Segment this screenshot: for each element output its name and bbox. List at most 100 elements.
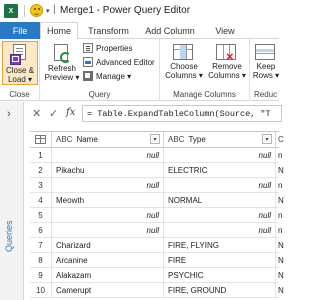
manage-label: Manage ▾ xyxy=(96,71,132,81)
table-row[interactable]: 5 null null n xyxy=(30,208,282,223)
row-number: 7 xyxy=(30,238,52,253)
table-row[interactable]: 10 Camerupt FIRE, GROUND N xyxy=(30,283,284,298)
remove-columns-button[interactable]: × Remove Columns ▾ xyxy=(206,41,248,85)
cell-partial[interactable]: n xyxy=(276,178,286,193)
refresh-preview-button[interactable]: Refresh Preview ▾ xyxy=(42,41,82,85)
cell-type[interactable]: PSYCHIC xyxy=(164,268,276,283)
table-row[interactable]: 6 null null n xyxy=(30,223,282,238)
close-and-load-label-2: Load ▾ xyxy=(7,75,33,84)
cell-type[interactable]: NORMAL xyxy=(164,193,276,208)
confirm-formula-icon[interactable]: ✓ xyxy=(49,107,58,120)
query-group-label: Query xyxy=(88,90,111,99)
refresh-label-1: Refresh xyxy=(47,64,76,73)
table-row[interactable]: 2 Pikachu ELECTRIC N xyxy=(30,163,284,178)
cell-name[interactable]: null xyxy=(52,223,164,238)
cell-partial[interactable]: N xyxy=(276,163,286,178)
cell-type[interactable]: FIRE, GROUND xyxy=(164,283,276,298)
column-filter-dropdown-icon[interactable]: ▾ xyxy=(150,134,160,144)
tab-add-column[interactable]: Add Column xyxy=(139,22,201,39)
expand-queries-chevron-icon[interactable]: › xyxy=(7,108,11,120)
choose-columns-button[interactable]: Choose Columns ▾ xyxy=(164,41,204,85)
keep-rows-label-2: Rows ▾ xyxy=(252,71,280,80)
choose-columns-label-2: Columns ▾ xyxy=(165,71,203,80)
keep-rows-button[interactable]: Keep Rows ▾ xyxy=(252,41,280,85)
cell-partial[interactable]: N xyxy=(276,253,286,268)
table-menu-button[interactable] xyxy=(30,132,52,147)
cell-name[interactable]: Alakazam xyxy=(52,268,164,283)
cell-partial[interactable]: N xyxy=(276,268,286,283)
tab-home[interactable]: Home xyxy=(40,22,78,40)
manage-columns-group-label: Manage Columns xyxy=(173,90,236,99)
table-row[interactable]: 7 Charizard FIRE, FLYING N xyxy=(30,238,284,253)
row-number: 2 xyxy=(30,163,52,178)
tab-view[interactable]: View xyxy=(208,22,242,39)
table-icon xyxy=(35,135,46,144)
cell-type[interactable]: null xyxy=(164,178,276,193)
cell-type[interactable]: null xyxy=(164,208,276,223)
cell-name[interactable]: Meowth xyxy=(52,193,164,208)
ribbon-tabs: File Home Transform Add Column View xyxy=(0,22,279,40)
cell-type[interactable]: null xyxy=(164,223,276,238)
close-and-load-icon xyxy=(10,44,30,66)
table-row[interactable]: 9 Alakazam PSYCHIC N xyxy=(30,268,284,283)
text-type-icon: ABC xyxy=(168,135,185,144)
manage-button[interactable]: Manage ▾ xyxy=(83,70,131,82)
cell-name[interactable]: null xyxy=(52,148,164,163)
column-header-type[interactable]: ABC Type ▾ xyxy=(164,132,276,147)
cell-partial[interactable]: N xyxy=(276,238,286,253)
refresh-label-2: Preview ▾ xyxy=(44,73,80,82)
keep-rows-icon xyxy=(255,44,277,62)
cell-partial[interactable]: N xyxy=(276,193,286,208)
excel-app-icon: X xyxy=(4,4,18,18)
advanced-editor-button[interactable]: Advanced Editor xyxy=(83,56,155,68)
remove-columns-icon: × xyxy=(216,44,238,63)
cell-type[interactable]: FIRE xyxy=(164,253,276,268)
close-and-load-button[interactable]: Close & Load ▾ xyxy=(2,41,38,85)
text-type-icon: ABC xyxy=(56,135,73,144)
title-bar: X ▾ | Merge1 - Power Query Editor xyxy=(0,0,279,22)
table-row[interactable]: 4 Meowth NORMAL N xyxy=(30,193,284,208)
table-row[interactable]: 8 Arcanine FIRE N xyxy=(30,253,284,268)
queries-pane: › Queries xyxy=(0,102,24,300)
cell-name[interactable]: null xyxy=(52,178,164,193)
properties-button[interactable]: Properties xyxy=(83,42,132,54)
cell-type[interactable]: FIRE, FLYING xyxy=(164,238,276,253)
cell-type[interactable]: ELECTRIC xyxy=(164,163,276,178)
cell-partial[interactable]: N xyxy=(276,283,286,298)
query-group: Refresh Preview ▾ Properties Advanced Ed… xyxy=(40,39,160,101)
cell-name[interactable]: Camerupt xyxy=(52,283,164,298)
cell-name[interactable]: Arcanine xyxy=(52,253,164,268)
smiley-feedback-icon[interactable] xyxy=(30,4,43,17)
properties-label: Properties xyxy=(96,43,133,53)
ribbon: Close & Load ▾ Close Refresh Preview ▾ P… xyxy=(0,39,279,101)
cancel-formula-icon[interactable]: ✕ xyxy=(32,107,41,120)
quick-access-dropdown-icon[interactable]: ▾ xyxy=(46,7,50,15)
tab-file[interactable]: File xyxy=(0,22,40,39)
row-number: 3 xyxy=(30,178,52,193)
column-header-partial[interactable]: C xyxy=(276,132,286,147)
quick-access-separator xyxy=(24,5,25,17)
table-row[interactable]: 1 null null n xyxy=(30,148,282,163)
table-row[interactable]: 3 null null n xyxy=(30,178,282,193)
column-filter-dropdown-icon[interactable]: ▾ xyxy=(262,134,272,144)
data-grid: ABC Name ▾ ABC Type ▾ C 1 null null n 2 Pikac… xyxy=(30,131,284,300)
cell-name[interactable]: null xyxy=(52,208,164,223)
tab-transform[interactable]: Transform xyxy=(81,22,136,39)
column-header-name[interactable]: ABC Name ▾ xyxy=(52,132,164,147)
queries-pane-label[interactable]: Queries xyxy=(4,220,14,252)
cell-partial[interactable]: n xyxy=(276,148,286,163)
cell-type[interactable]: null xyxy=(164,148,276,163)
cell-partial[interactable]: n xyxy=(276,223,286,238)
fx-label: fx xyxy=(66,107,76,118)
cell-partial[interactable]: n xyxy=(276,208,286,223)
title-separator: | xyxy=(53,4,56,15)
keep-rows-label-1: Keep xyxy=(256,62,276,71)
cell-name[interactable]: Charizard xyxy=(52,238,164,253)
row-number: 8 xyxy=(30,253,52,268)
choose-columns-label-1: Choose xyxy=(170,62,198,71)
formula-input[interactable]: = Table.ExpandTableColumn(Source, "T xyxy=(82,105,282,122)
cell-name[interactable]: Pikachu xyxy=(52,163,164,178)
formula-bar: ✕ ✓ fx = Table.ExpandTableColumn(Source,… xyxy=(24,102,282,126)
reduce-rows-group: Keep Rows ▾ Reduc xyxy=(250,39,290,101)
window-title: Merge1 - Power Query Editor xyxy=(60,5,191,16)
